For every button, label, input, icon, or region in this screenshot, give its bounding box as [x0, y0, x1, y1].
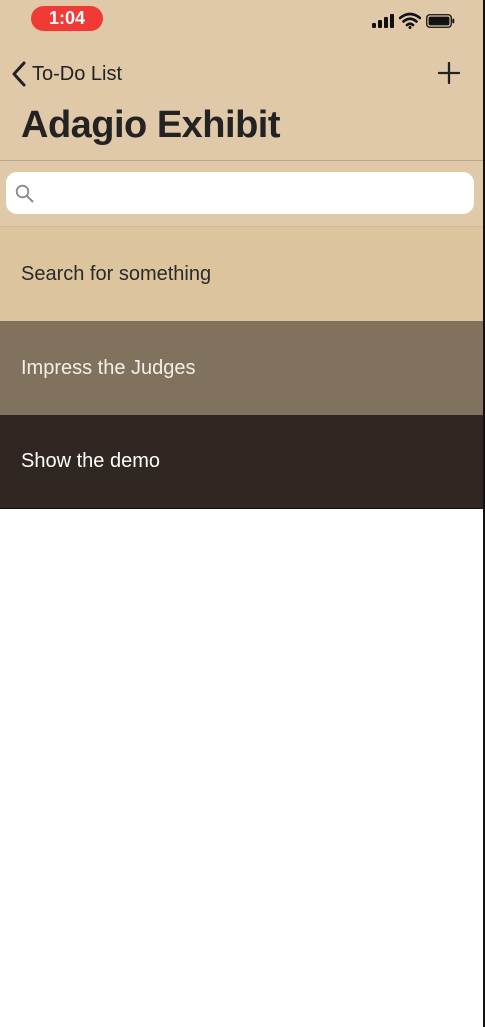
list-item-label: Impress the Judges — [21, 356, 196, 379]
back-button-label: To-Do List — [32, 62, 123, 85]
divider — [0, 160, 483, 161]
list-item[interactable]: Show the demo — [0, 415, 483, 509]
app-screen: 1:04 To-Do List Adagio Exhibit Search fo… — [0, 0, 485, 1027]
list-item-label: Search for something — [21, 262, 212, 285]
todo-list: Search for something Impress the Judges … — [0, 227, 483, 509]
status-time: 1:04 — [31, 6, 103, 31]
header: 1:04 To-Do List Adagio Exhibit — [0, 0, 483, 227]
search-bar[interactable] — [6, 172, 474, 214]
battery-icon — [426, 14, 455, 28]
page-title: Adagio Exhibit — [21, 104, 281, 146]
search-icon — [15, 184, 34, 203]
list-item[interactable]: Impress the Judges — [0, 321, 483, 415]
back-button[interactable]: To-Do List — [10, 60, 122, 88]
cellular-signal-icon — [372, 14, 394, 28]
search-input[interactable] — [42, 172, 462, 214]
list-item[interactable]: Search for something — [0, 227, 483, 321]
list-item-label: Show the demo — [21, 450, 160, 472]
chevron-left-icon — [12, 61, 26, 87]
plus-icon[interactable] — [437, 61, 461, 85]
wifi-icon — [399, 12, 421, 29]
